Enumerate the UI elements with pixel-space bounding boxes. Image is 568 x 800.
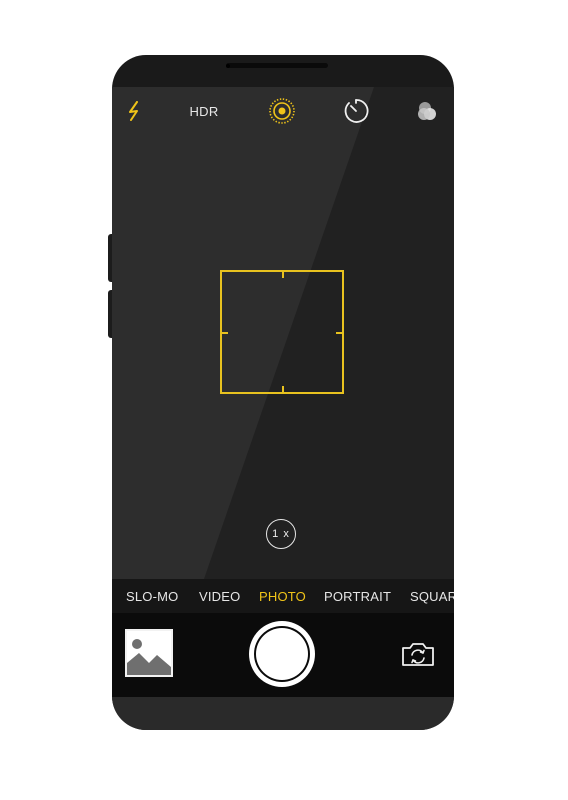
focus-tick-left xyxy=(222,332,228,334)
camera-controls xyxy=(112,613,454,697)
gallery-thumbnail[interactable] xyxy=(125,629,173,677)
bottom-bezel xyxy=(112,697,454,730)
image-icon xyxy=(125,629,173,677)
mode-video[interactable]: VIDEO xyxy=(199,589,240,604)
lightning-bolt-icon xyxy=(129,101,138,121)
focus-square[interactable] xyxy=(220,270,344,394)
phone-body: HDR 1 x SLO-MO VIDEO PHOTO PORTRAIT SQUA… xyxy=(112,55,454,730)
focus-tick-top xyxy=(282,272,284,278)
mode-photo[interactable]: PHOTO xyxy=(259,589,306,604)
filters-icon xyxy=(418,102,436,120)
flash-button[interactable] xyxy=(120,97,148,125)
mode-selector: SLO-MO VIDEO PHOTO PORTRAIT SQUARE xyxy=(112,579,454,613)
filters-button[interactable] xyxy=(412,97,442,125)
camera-screen: HDR 1 x SLO-MO VIDEO PHOTO PORTRAIT SQUA… xyxy=(112,87,454,697)
zoom-label: 1 x xyxy=(272,528,290,540)
mode-square[interactable]: SQUARE xyxy=(410,589,454,604)
device-illustration: HDR 1 x SLO-MO VIDEO PHOTO PORTRAIT SQUA… xyxy=(0,0,568,800)
focus-tick-right xyxy=(336,332,342,334)
live-photo-button[interactable] xyxy=(267,97,297,125)
shutter-core xyxy=(256,628,308,680)
zoom-button[interactable]: 1 x xyxy=(266,519,296,549)
camera-flip-icon xyxy=(402,643,434,666)
flip-camera-button[interactable] xyxy=(400,640,436,668)
mode-slo-mo[interactable]: SLO-MO xyxy=(126,589,178,604)
camera-top-bar: HDR xyxy=(112,87,454,135)
timer-icon xyxy=(344,99,369,123)
live-photo-icon xyxy=(269,98,295,124)
focus-tick-bottom xyxy=(282,386,284,392)
earpiece-speaker xyxy=(226,63,328,68)
mode-portrait[interactable]: PORTRAIT xyxy=(324,589,391,604)
hdr-button[interactable]: HDR xyxy=(182,97,226,125)
front-sensor xyxy=(226,64,230,68)
timer-button[interactable] xyxy=(341,97,371,125)
hdr-label: HDR xyxy=(189,103,219,119)
shutter-button[interactable] xyxy=(249,621,315,687)
shutter-ring xyxy=(254,626,310,682)
